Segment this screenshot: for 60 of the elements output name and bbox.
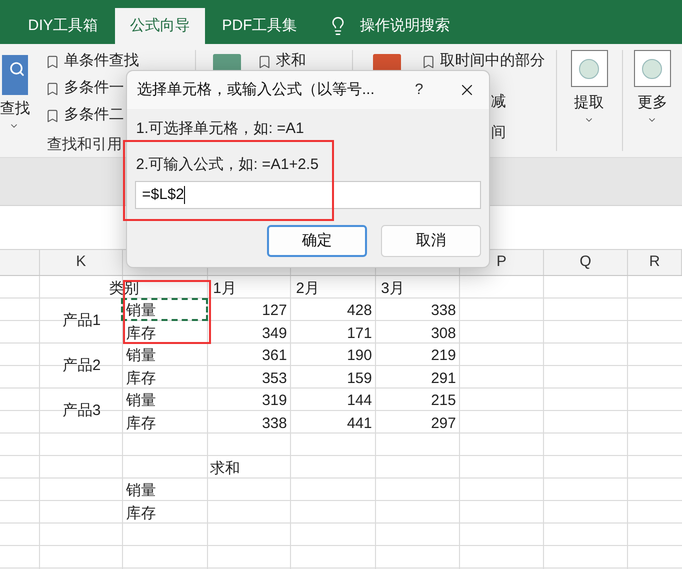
- dialog-button[interactable]: 取消: [381, 225, 481, 257]
- table-cell-text: 库存: [125, 504, 156, 524]
- hint-text: 2.可输入公式，如: =A1+2.5: [136, 154, 320, 174]
- table-cell-text: 销量: [125, 301, 156, 321]
- table-cell-text: 219: [430, 346, 457, 366]
- dialog-button[interactable]: 确定: [267, 225, 367, 257]
- ribbon-item[interactable]: 取时间中的部分: [440, 50, 546, 73]
- table-cell-text: 338: [262, 414, 288, 434]
- table-cell-text: 产品2: [62, 356, 101, 376]
- more-button[interactable]: 更多: [637, 92, 668, 114]
- table-cell-text: 297: [430, 414, 457, 434]
- table-cell-text: 291: [430, 368, 457, 388]
- table-cell-text: 190: [346, 346, 373, 366]
- table-cell-text: 144: [346, 391, 373, 411]
- ribbon-tab[interactable]: PDF工具集: [207, 8, 312, 44]
- table-cell-text: 销量: [125, 346, 156, 366]
- table-cell-text: 349: [262, 324, 288, 344]
- table-cell-text: 338: [430, 301, 457, 321]
- table-cell-text: 产品1: [62, 310, 101, 331]
- find-button[interactable]: 查找: [0, 98, 30, 120]
- search-label[interactable]: 操作说明搜索: [360, 14, 450, 38]
- table-cell-text: 428: [346, 301, 373, 321]
- table-cell-text: 159: [346, 368, 373, 388]
- table-cell-text: 3月: [380, 278, 404, 298]
- table-cell-text: 库存: [125, 368, 156, 388]
- table-cell-text: 2月: [295, 278, 320, 298]
- table-cell-text: 求和: [209, 458, 240, 478]
- group-label: 查找和引用: [47, 135, 123, 155]
- table-cell-text: 353: [262, 368, 288, 388]
- table-cell-text: 127: [262, 301, 288, 321]
- dialog-title: 选择单元格，或输入公式（以等号...: [137, 80, 375, 100]
- table-cell-text: 361: [262, 346, 288, 366]
- ribbon-tab[interactable]: DIY工具箱: [13, 8, 114, 44]
- formula-input[interactable]: =$L$2: [135, 181, 481, 209]
- ribbon-item[interactable]: 减: [491, 91, 546, 114]
- table-cell-text: 库存: [125, 324, 156, 344]
- table-cell-text: 销量: [125, 391, 156, 411]
- table-cell-text: 库存: [125, 414, 156, 434]
- ribbon-tab[interactable]: 公式向导: [115, 8, 206, 44]
- table-cell-text: 441: [346, 414, 373, 434]
- ribbon-item[interactable]: 多条件二: [64, 104, 124, 127]
- table-cell-text: 类别: [108, 278, 139, 298]
- hint-text: 1.可选择单元格，如: =A1: [136, 119, 305, 139]
- table-cell-text: 1月: [212, 278, 236, 298]
- column-header[interactable]: P: [496, 251, 506, 274]
- column-header[interactable]: R: [649, 251, 660, 274]
- column-header[interactable]: K: [76, 251, 86, 274]
- extract-button[interactable]: 提取: [574, 92, 604, 114]
- table-cell-text: 171: [346, 324, 373, 344]
- group-label: 间: [491, 122, 508, 142]
- column-header[interactable]: Q: [580, 251, 592, 274]
- table-cell-text: 销量: [125, 481, 156, 501]
- table-cell-text: 产品3: [62, 400, 101, 421]
- help-button[interactable]: ?: [409, 78, 429, 102]
- table-cell-text: 308: [430, 324, 457, 344]
- ribbon-item[interactable]: 多条件一: [64, 77, 124, 100]
- table-cell-text: 319: [262, 391, 288, 411]
- table-cell-text: 215: [430, 391, 457, 411]
- ribbon-item[interactable]: 求和: [276, 50, 306, 73]
- ribbon-item[interactable]: 单条件查找: [64, 50, 139, 73]
